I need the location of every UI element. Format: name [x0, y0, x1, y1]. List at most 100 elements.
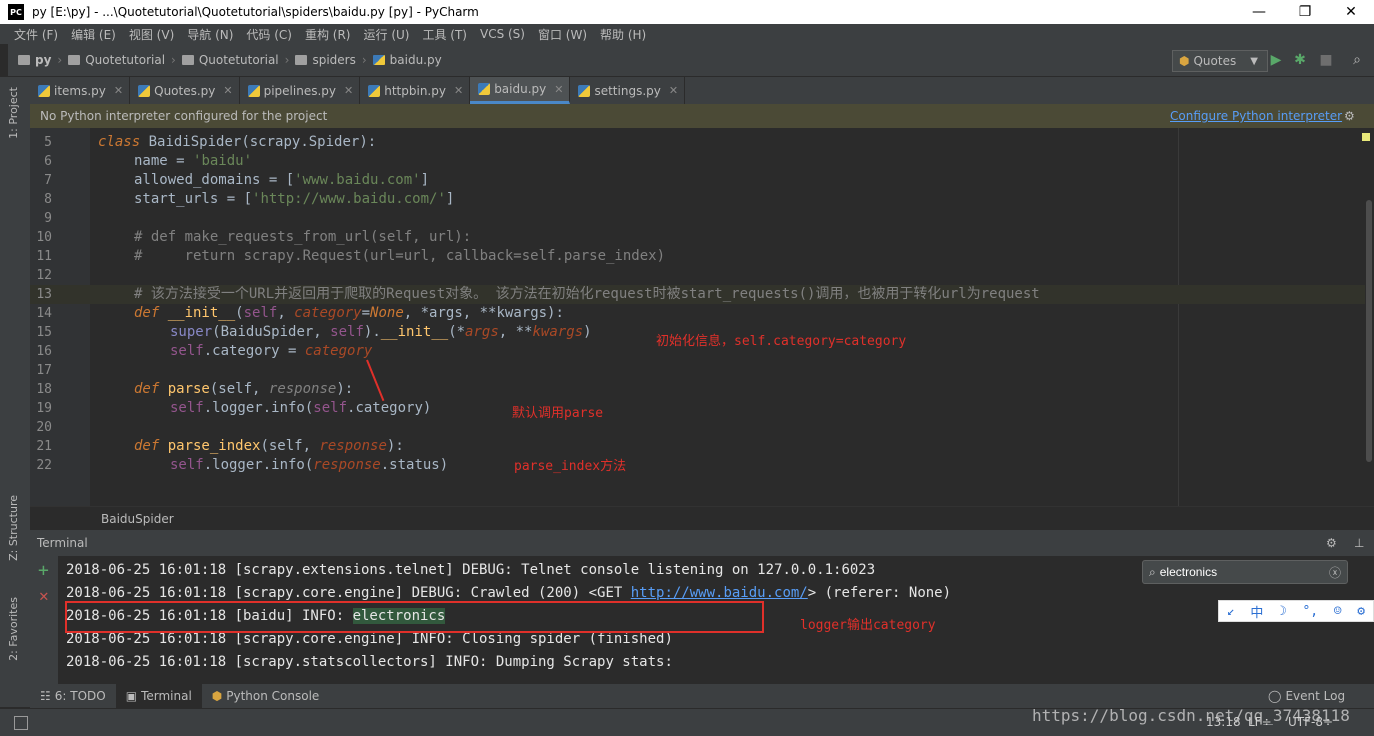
- breadcrumb-quotetutorial-inner[interactable]: Quotetutorial ›: [181, 53, 289, 67]
- folder-icon: [295, 55, 308, 65]
- maximize-button[interactable]: ❐: [1282, 0, 1328, 24]
- breadcrumb-baidu-py[interactable]: baidu.py: [372, 53, 442, 67]
- menu-run[interactable]: 运行 (U): [364, 26, 410, 43]
- python-file-icon: [138, 84, 151, 97]
- bottom-tool-tabs: ☷ 6: TODO ▣ Terminal ⬢ Python Console ◯ Even…: [30, 684, 1374, 708]
- folder-icon: [181, 55, 194, 65]
- window-title: py [E:\py] - ...\Quotetutorial\Quotetuto…: [32, 5, 479, 19]
- run-config-label: Quotes: [1193, 54, 1237, 68]
- menu-code[interactable]: 代码 (C): [246, 26, 292, 43]
- run-config-select[interactable]: ⬢ Quotes ▼: [1172, 50, 1268, 72]
- favorites-tool-tab[interactable]: 2: Favorites: [7, 597, 20, 661]
- close-button[interactable]: ✕: [1328, 0, 1374, 24]
- annotation-parse: 默认调用parse: [512, 406, 604, 421]
- close-icon[interactable]: ✕: [669, 84, 678, 97]
- breadcrumb-quotetutorial[interactable]: Quotetutorial ›: [68, 53, 176, 67]
- code-line: 20: [36, 420, 52, 435]
- ime-switch-icon[interactable]: ↙: [1227, 604, 1235, 619]
- terminal-icon: ▣: [125, 689, 138, 703]
- tab-python-console[interactable]: ⬢ Python Console: [202, 684, 330, 708]
- code-line: 5 class BaidiSpider(scrapy.Spider):: [44, 134, 377, 150]
- close-icon[interactable]: ✕: [114, 84, 123, 97]
- menu-tools[interactable]: 工具 (T): [422, 26, 467, 43]
- breadcrumb-spiders[interactable]: spiders ›: [295, 53, 367, 67]
- code-line: 22 self.logger.info(response.status): [36, 457, 449, 473]
- chevron-down-icon: ▼: [1250, 55, 1258, 67]
- ime-settings-icon[interactable]: ⚙: [1357, 604, 1365, 619]
- event-log-button[interactable]: ◯ Event Log: [1258, 684, 1355, 708]
- code-line: 12: [36, 268, 52, 283]
- interpreter-notice: No Python interpreter configured for the…: [30, 104, 1374, 128]
- search-value: electronics: [1159, 565, 1218, 579]
- clear-icon[interactable]: ⓧ: [1329, 564, 1341, 581]
- terminal-header: Terminal ⚙ ⊥: [30, 530, 1374, 556]
- terminal-search-field[interactable]: ⌕ electronics ⓧ: [1142, 560, 1348, 584]
- hide-panel-icon[interactable]: ⊥: [1354, 536, 1364, 550]
- close-terminal-icon[interactable]: ✕: [39, 586, 49, 605]
- close-icon[interactable]: ✕: [223, 84, 232, 97]
- structure-tool-tab[interactable]: Z: Structure: [7, 495, 20, 561]
- code-line: 7 allowed_domains = ['www.baidu.com']: [44, 172, 430, 188]
- menu-navigate[interactable]: 导航 (N): [187, 26, 233, 43]
- debug-icon[interactable]: ✱: [1292, 52, 1308, 68]
- run-icon[interactable]: ▶: [1268, 52, 1284, 68]
- todo-icon: ☷: [40, 689, 51, 703]
- terminal-output[interactable]: + ✕ 2018-06-25 16:01:18 [scrapy.extensio…: [30, 556, 1374, 684]
- ime-toolbar: ↙ 中 ☽ °, ☺ ⚙: [1218, 600, 1374, 622]
- code-line: 10 # def make_requests_from_url(self, url…: [36, 229, 472, 245]
- close-icon[interactable]: ✕: [454, 84, 463, 97]
- menu-edit[interactable]: 编辑 (E): [71, 26, 116, 43]
- tab-items-py[interactable]: items.py ✕: [30, 77, 131, 104]
- breadcrumb-py[interactable]: py ›: [18, 53, 62, 67]
- code-line: 6 name = 'baidu': [44, 153, 253, 169]
- code-line: 9: [44, 211, 52, 226]
- stop-icon[interactable]: ■: [1318, 52, 1334, 68]
- tab-settings-py[interactable]: settings.py ✕: [570, 77, 686, 104]
- tab-todo[interactable]: ☷ 6: TODO: [30, 684, 116, 708]
- navigation-bar: py › Quotetutorial › Quotetutorial › spider…: [8, 44, 1374, 77]
- menu-view[interactable]: 视图 (V): [129, 26, 174, 43]
- tab-pipelines-py[interactable]: pipelines.py ✕: [240, 77, 361, 104]
- code-line: 19 self.logger.info(self.category): [36, 400, 432, 416]
- close-icon[interactable]: ✕: [554, 83, 563, 96]
- python-file-icon: [368, 84, 381, 97]
- code-line: 18 def parse(self, response):: [36, 381, 354, 397]
- code-editor[interactable]: 5 class BaidiSpider(scrapy.Spider): 6 name…: [30, 128, 1374, 506]
- ime-chinese-icon[interactable]: 中: [1250, 602, 1263, 621]
- left-tool-strip: 1: Project Z: Structure 2: Favorites: [0, 77, 30, 707]
- configure-interpreter-link[interactable]: Configure Python interpreter: [1170, 109, 1342, 123]
- gear-icon[interactable]: ⚙: [1326, 536, 1337, 550]
- add-terminal-icon[interactable]: +: [38, 560, 49, 581]
- python-icon: ⬢: [1179, 54, 1190, 68]
- pycharm-logo-icon: PC: [8, 4, 24, 20]
- gear-icon[interactable]: ⚙: [1344, 109, 1355, 123]
- tab-httpbin-py[interactable]: httpbin.py ✕: [360, 77, 471, 104]
- project-tool-tab[interactable]: 1: Project: [7, 87, 20, 139]
- menu-help[interactable]: 帮助 (H): [600, 26, 646, 43]
- tab-baidu-py[interactable]: baidu.py ✕: [470, 77, 571, 104]
- close-icon[interactable]: ✕: [344, 84, 353, 97]
- menu-refactor[interactable]: 重构 (R): [305, 26, 351, 43]
- structure-class-label[interactable]: BaiduSpider: [101, 512, 174, 526]
- layout-toggle-icon[interactable]: [14, 716, 28, 730]
- tab-quotes-py[interactable]: Quotes.py ✕: [130, 77, 240, 104]
- menu-file[interactable]: 文件 (F): [14, 26, 58, 43]
- search-icon: ⌕: [1149, 564, 1156, 579]
- tab-terminal[interactable]: ▣ Terminal: [115, 684, 202, 708]
- menu-vcs[interactable]: VCS (S): [480, 27, 525, 41]
- code-line: 8 start_urls = ['http://www.baidu.com/']: [44, 191, 455, 207]
- window-titlebar: PC py [E:\py] - ...\Quotetutorial\Quotet…: [0, 0, 1374, 24]
- python-file-icon: [38, 84, 50, 97]
- terminal-url-link[interactable]: http://www.baidu.com/: [631, 585, 808, 601]
- folder-icon: [68, 55, 81, 65]
- ime-moon-icon[interactable]: ☽: [1279, 604, 1287, 619]
- python-console-icon: ⬢: [211, 689, 223, 703]
- ime-user-icon[interactable]: ☺: [1334, 604, 1342, 619]
- minimize-button[interactable]: —: [1236, 0, 1282, 24]
- annotation-logger: logger输出category: [800, 618, 936, 633]
- search-icon[interactable]: ⌕: [1349, 52, 1365, 68]
- menu-window[interactable]: 窗口 (W): [538, 26, 587, 43]
- editor-scrollbar[interactable]: [1366, 200, 1372, 462]
- ime-punct-icon[interactable]: °,: [1302, 604, 1318, 619]
- python-file-icon: [578, 84, 591, 97]
